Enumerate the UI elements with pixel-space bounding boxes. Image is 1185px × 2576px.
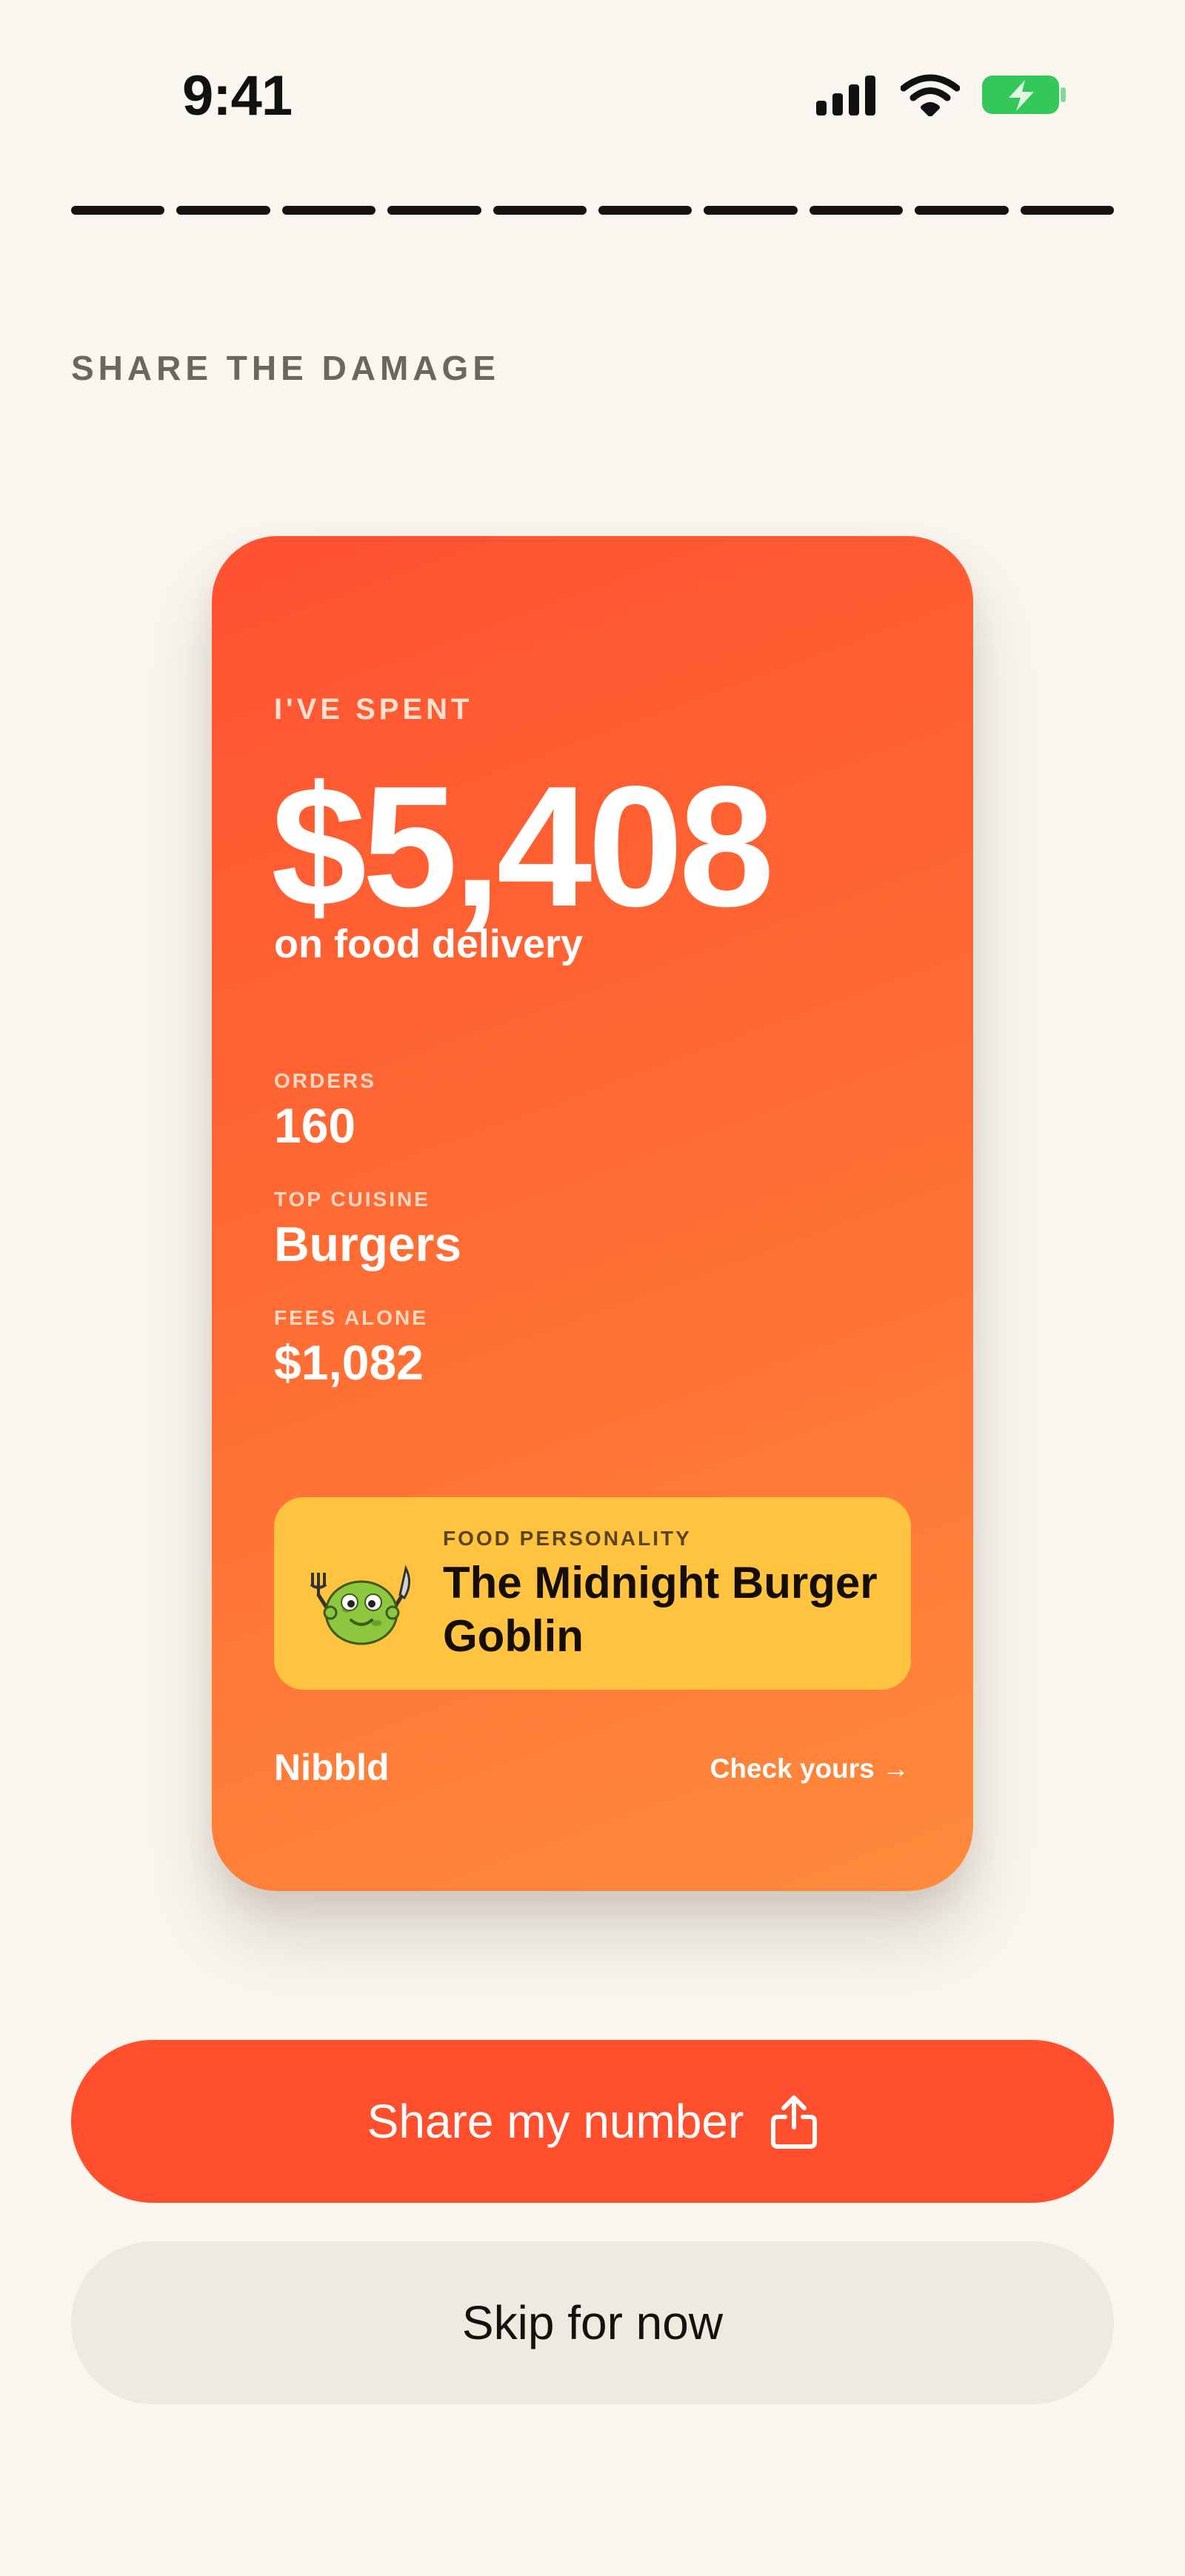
status-time: 9:41: [182, 64, 293, 127]
share-button[interactable]: Share my number: [71, 2040, 1114, 2203]
signal-icon: [816, 74, 878, 116]
status-icons: [816, 71, 1066, 118]
wifi-icon: [900, 73, 961, 117]
stat-value-top-cuisine: Burgers: [274, 1217, 462, 1271]
battery-charging-icon: [982, 74, 1066, 116]
share-button-label: Share my number: [367, 2095, 744, 2148]
stat-label-top-cuisine: TOP CUISINE: [274, 1188, 430, 1211]
card-eyebrow: I'VE SPENT: [274, 693, 473, 726]
check-yours-link[interactable]: Check yours →: [710, 1753, 909, 1784]
skip-button[interactable]: Skip for now: [71, 2241, 1114, 2404]
stat-label-orders: ORDERS: [274, 1069, 376, 1092]
progress-segment: [1020, 206, 1115, 215]
food-personality-box: FOOD PERSONALITY The Midnight Burger Gob…: [274, 1497, 911, 1690]
card-subtitle: on food delivery: [274, 922, 584, 966]
progress-segment: [281, 206, 376, 215]
story-progress-bar: [71, 206, 1115, 215]
progress-segment: [71, 206, 165, 215]
stat-value-fees: $1,082: [274, 1335, 424, 1390]
progress-segment: [493, 206, 587, 215]
brand-logo: Nibbld: [274, 1747, 390, 1788]
stat-label-fees: FEES ALONE: [274, 1306, 428, 1329]
skip-button-label: Skip for now: [461, 2296, 724, 2349]
progress-segment: [704, 206, 798, 215]
section-label: SHARE THE DAMAGE: [71, 349, 501, 387]
progress-segment: [915, 206, 1009, 215]
goblin-mascot-icon: [302, 1565, 421, 1647]
personality-label: FOOD PERSONALITY: [443, 1527, 692, 1550]
progress-segment: [387, 206, 481, 215]
share-card: I'VE SPENT $5,408 on food delivery ORDER…: [212, 536, 973, 1891]
stat-value-orders: 160: [274, 1098, 356, 1153]
share-icon: [770, 2093, 818, 2150]
progress-segment: [176, 206, 270, 215]
progress-segment: [809, 206, 904, 215]
progress-segment: [598, 206, 692, 215]
personality-name: The Midnight Burger Goblin: [443, 1558, 878, 1661]
